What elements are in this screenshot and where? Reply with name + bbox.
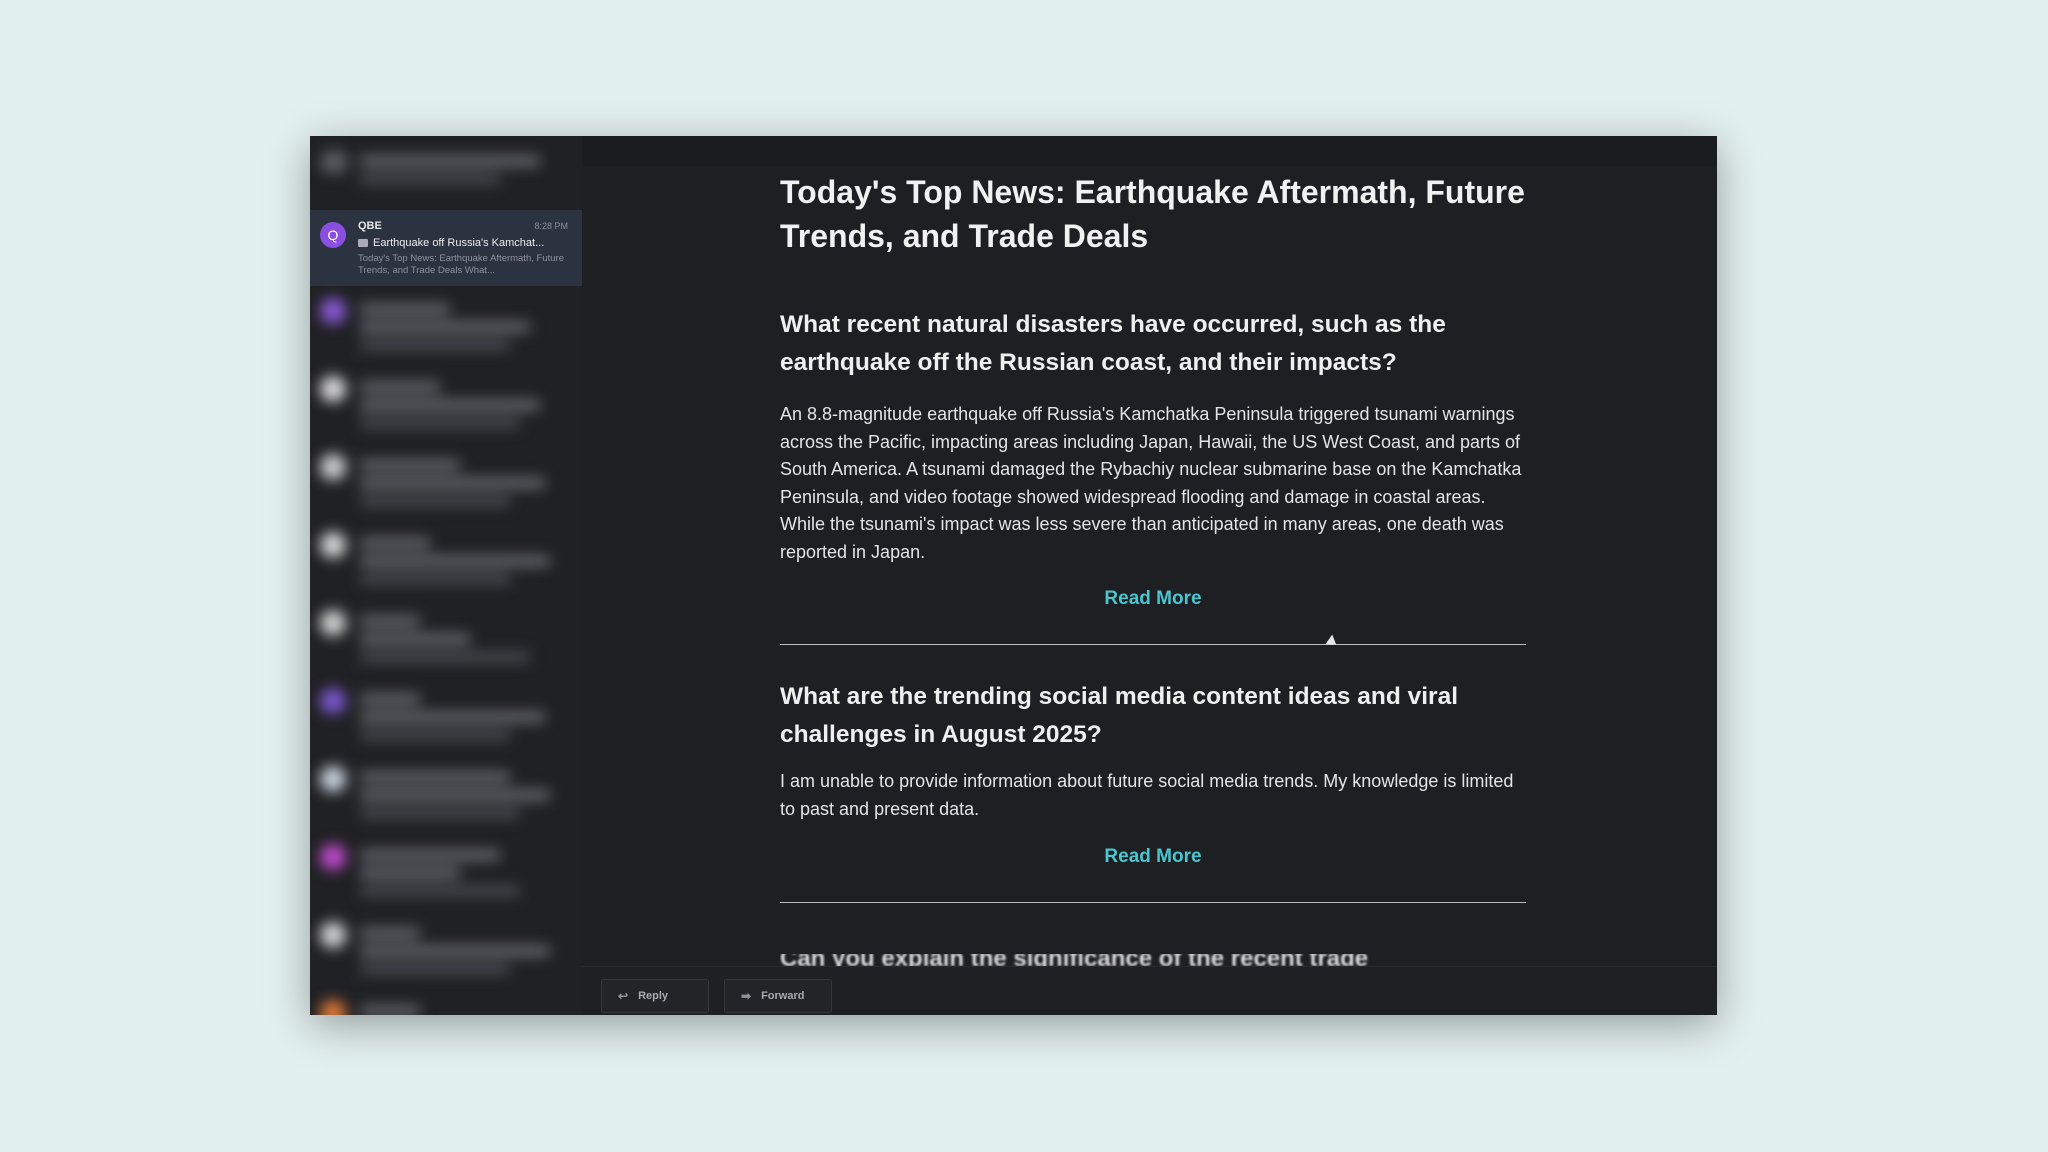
list-item[interactable]	[310, 832, 582, 910]
section-body: An 8.8-magnitude earthquake off Russia's…	[780, 404, 1522, 562]
message-sender: QBE	[358, 220, 382, 232]
avatar	[320, 376, 346, 402]
avatar	[320, 454, 346, 480]
list-item[interactable]	[310, 910, 582, 988]
avatar	[320, 532, 346, 558]
avatar	[320, 1000, 346, 1015]
list-item[interactable]	[310, 988, 582, 1015]
email-body: Today's Top News: Earthquake Aftermath, …	[780, 170, 1526, 903]
read-more-link[interactable]: Read More	[780, 588, 1526, 610]
avatar	[320, 298, 346, 324]
forward-label: Forward	[761, 990, 805, 1002]
email-title: Today's Top News: Earthquake Aftermath, …	[780, 174, 1525, 254]
forward-button[interactable]: ➡ Forward	[724, 979, 832, 1013]
message-subject-text: Earthquake off Russia's Kamchat...	[373, 237, 545, 249]
message-toolbar: ✓ ▮ ⚑ ✉ ■ ◆ ⋮ ⧉	[582, 136, 1717, 166]
list-item[interactable]	[310, 520, 582, 598]
avatar	[320, 844, 346, 870]
avatar	[320, 688, 346, 714]
list-item[interactable]	[310, 364, 582, 442]
list-item[interactable]	[310, 286, 582, 364]
section-heading: What are the trending social media conte…	[780, 683, 1458, 748]
avatar: Q	[320, 222, 346, 248]
forward-icon: ➡	[741, 989, 752, 1003]
avatar	[320, 922, 346, 948]
section-body: I am unable to provide information about…	[780, 771, 1514, 819]
reply-button[interactable]: ↩ Reply	[601, 979, 709, 1013]
list-item[interactable]	[310, 754, 582, 832]
avatar	[320, 766, 346, 792]
newspaper-icon	[358, 239, 368, 248]
divider	[780, 902, 1526, 903]
reply-label: Reply	[638, 990, 669, 1002]
mail-window: Q QBE 8:28 PM Earthquake off Russia's Ka…	[310, 136, 1717, 1015]
message-list[interactable]: Q QBE 8:28 PM Earthquake off Russia's Ka…	[310, 136, 582, 1015]
divider	[780, 644, 1526, 645]
reply-icon: ↩	[618, 989, 629, 1003]
reading-pane: ✓ ▮ ⚑ ✉ ■ ◆ ⋮ ⧉ Today's Top News: Earthq…	[582, 136, 1717, 1015]
list-item[interactable]	[310, 676, 582, 754]
message-time: 8:28 PM	[534, 221, 568, 231]
read-more-link[interactable]: Read More	[780, 846, 1526, 868]
section-heading: What recent natural disasters have occur…	[780, 311, 1446, 376]
sidebar-header	[310, 136, 582, 210]
message-footer: ↩ Reply ➡ Forward	[582, 966, 1717, 1015]
avatar	[320, 610, 346, 636]
message-subject: Earthquake off Russia's Kamchat...	[358, 237, 568, 249]
message-list-blurred	[310, 286, 582, 1015]
list-item[interactable]	[310, 598, 582, 676]
message-item-active[interactable]: Q QBE 8:28 PM Earthquake off Russia's Ka…	[310, 210, 582, 286]
list-item[interactable]	[310, 442, 582, 520]
message-preview: Today's Top News: Earthquake Aftermath, …	[358, 253, 564, 276]
